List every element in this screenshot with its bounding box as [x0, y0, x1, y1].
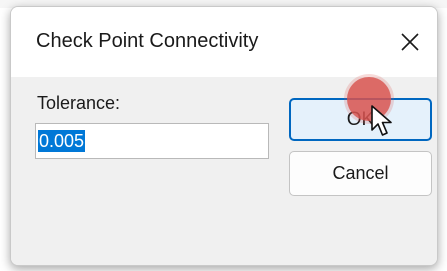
cancel-button-label: Cancel — [332, 163, 389, 183]
close-icon — [400, 32, 420, 52]
mouse-pointer-icon — [370, 104, 398, 143]
dialog-titlebar: Check Point Connectivity — [11, 7, 437, 77]
tolerance-value-selected: 0.005 — [38, 130, 86, 152]
tolerance-label: Tolerance: — [37, 93, 121, 113]
close-button[interactable] — [383, 7, 437, 77]
cancel-button[interactable]: Cancel — [289, 151, 432, 196]
screen: Check Point Connectivity Tolerance: 0.00… — [0, 0, 447, 271]
tolerance-input[interactable]: 0.005 — [35, 123, 269, 159]
dialog-title: Check Point Connectivity — [36, 30, 259, 52]
